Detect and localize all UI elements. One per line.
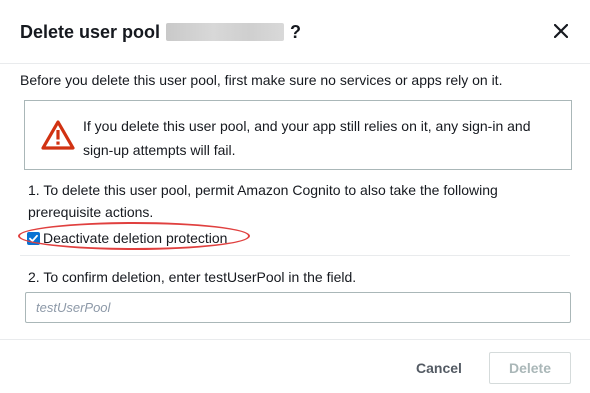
intro-text: Before you delete this user pool, first … (20, 72, 503, 88)
dialog-header: Delete user pool ? (0, 0, 590, 64)
delete-button[interactable]: Delete (489, 352, 571, 384)
checkbox-checked[interactable] (27, 231, 40, 245)
dialog-title: Delete user pool ? (20, 20, 301, 44)
close-button[interactable] (548, 18, 574, 44)
deactivate-deletion-protection-checkbox[interactable]: Deactivate deletion protection (27, 229, 227, 247)
dialog-title-suffix: ? (290, 22, 302, 42)
footer-divider (0, 339, 590, 340)
close-icon (554, 24, 568, 38)
warning-alert: If you delete this user pool, and your a… (24, 100, 572, 170)
cancel-button[interactable]: Cancel (400, 352, 478, 384)
check-icon (29, 234, 38, 242)
warning-icon (41, 120, 75, 150)
confirm-deletion-input[interactable] (25, 292, 571, 323)
step-1-instructions: 1. To delete this user pool, permit Amaz… (28, 182, 498, 220)
section-divider (20, 255, 570, 256)
redacted-pool-name (166, 23, 285, 41)
warning-text: If you delete this user pool, and your a… (83, 118, 531, 158)
delete-user-pool-dialog: Delete user pool ? Before you delete thi… (0, 0, 590, 393)
step-2-instructions: 2. To confirm deletion, enter testUserPo… (28, 269, 357, 285)
checkbox-label: Deactivate deletion protection (43, 230, 228, 246)
dialog-title-prefix: Delete user pool (20, 22, 161, 42)
